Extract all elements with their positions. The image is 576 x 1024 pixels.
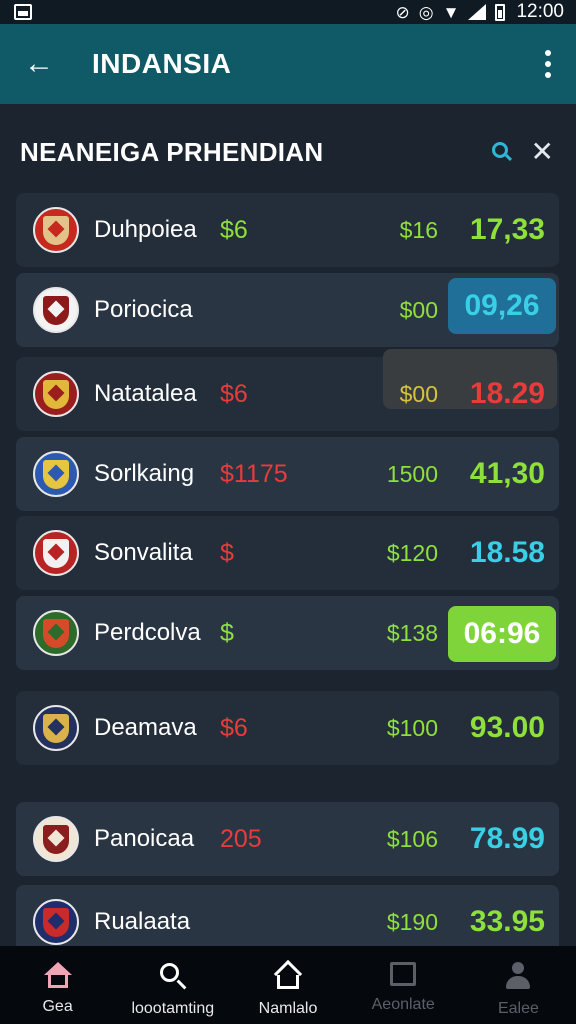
person-icon: [504, 962, 532, 990]
team-crest-icon: [33, 371, 79, 417]
list-row-5[interactable]: Sonvalita $ $120 18.58: [16, 516, 559, 590]
close-icon[interactable]: ✕: [531, 138, 554, 166]
team-name: Rualaata: [94, 908, 191, 935]
list-row-7[interactable]: Deamava $6 $100 93.00: [16, 691, 559, 765]
list-row-6[interactable]: Perdcolva $ $138 06:96: [16, 596, 559, 670]
odd-b: $190: [386, 908, 438, 935]
odd-b: 1500: [386, 460, 438, 487]
team-name: Poriocica: [94, 296, 193, 323]
app-title: INDANSIA: [92, 48, 232, 79]
nav-label: Aeonlate: [371, 996, 435, 1013]
app-bar: ← INDANSIA: [0, 24, 576, 104]
odd-a: $1175: [220, 459, 288, 488]
odd-c-pill[interactable]: 06:96: [448, 606, 556, 662]
wifi-icon: ▼: [442, 2, 460, 22]
odd-c[interactable]: 18.29: [470, 377, 545, 411]
odd-b: $16: [399, 216, 438, 243]
wifi-off-icon: ⊘: [395, 2, 410, 22]
signal-icon: [468, 4, 487, 20]
team-name: Natatalea: [94, 380, 197, 407]
odd-c[interactable]: 18.58: [470, 536, 545, 570]
odd-c-pill[interactable]: 09,26: [448, 278, 556, 334]
odd-c[interactable]: 33.95: [470, 905, 545, 939]
more-vertical-icon[interactable]: [538, 50, 558, 78]
square-icon: [390, 962, 417, 986]
home-outline-icon: [273, 959, 303, 990]
odd-c[interactable]: 93.00: [470, 711, 545, 745]
odd-c[interactable]: 41,30: [470, 457, 545, 491]
team-crest-icon: [33, 610, 79, 656]
status-bar: ⊘ ◎ ▼ 12:00: [0, 0, 576, 24]
section-title: NEANEIGA PRHENDIAN: [20, 136, 324, 167]
list-row-1[interactable]: Duhpoiea $6 $16 17,33: [16, 193, 559, 267]
odd-b: $00: [399, 296, 438, 323]
team-crest-icon: [33, 899, 79, 945]
odd-a: $: [220, 618, 234, 647]
back-arrow-icon[interactable]: ←: [22, 47, 56, 81]
nav-item-apps[interactable]: Aeonlate: [346, 946, 461, 1024]
nav-item-profile[interactable]: Ealee: [461, 946, 576, 1024]
odd-b: $00: [399, 380, 438, 407]
odd-a: $6: [220, 379, 248, 408]
list-row-8[interactable]: Panoicaa 205 $106 78.99: [16, 802, 559, 876]
odd-a: $6: [220, 713, 248, 742]
home-icon: [43, 962, 72, 988]
team-crest-icon: [33, 816, 79, 862]
nav-label: Gea: [42, 998, 73, 1015]
team-crest-icon: [33, 451, 79, 497]
list-row-3[interactable]: Natatalea $6 $00 18.29: [16, 349, 559, 431]
search-icon: [159, 962, 187, 990]
sim-icon: [14, 4, 32, 20]
odd-c: 06:96: [463, 617, 541, 650]
alarm-icon: ◎: [418, 2, 434, 22]
team-crest-icon: [33, 287, 79, 333]
odd-b: $100: [386, 714, 438, 741]
nav-label: Namlalo: [258, 1000, 318, 1017]
odd-a: $6: [220, 215, 248, 244]
nav-label: loootamting: [131, 1000, 215, 1017]
team-name: Sonvalita: [94, 539, 193, 566]
odd-a: 205: [220, 824, 262, 853]
team-crest-icon: [33, 207, 79, 253]
search-icon[interactable]: [489, 139, 515, 165]
team-name: Perdcolva: [94, 619, 201, 646]
list-row-2[interactable]: Poriocica $00 09,26: [16, 273, 559, 347]
section-header: NEANEIGA PRHENDIAN ✕: [20, 130, 560, 174]
team-name: Deamava: [94, 714, 197, 741]
nav-item-home[interactable]: Gea: [0, 946, 115, 1024]
odd-b: $120: [386, 539, 438, 566]
nav-item-main[interactable]: Namlalo: [230, 946, 345, 1024]
odd-c: 09,26: [464, 289, 540, 322]
status-time: 12:00: [516, 1, 564, 22]
team-crest-icon: [33, 530, 79, 576]
team-name: Panoicaa: [94, 825, 195, 852]
odd-c[interactable]: 17,33: [470, 213, 545, 247]
nav-item-search[interactable]: loootamting: [115, 946, 230, 1024]
nav-label: Ealee: [497, 1000, 539, 1017]
bottom-nav: Gea loootamting Namlalo Aeonlate Ealee: [0, 946, 576, 1024]
odd-b: $138: [386, 619, 438, 646]
team-name: Sorlkaing: [94, 460, 195, 487]
list-row-4[interactable]: Sorlkaing $1175 1500 41,30: [16, 437, 559, 511]
odd-a: $: [220, 538, 234, 567]
team-crest-icon: [33, 705, 79, 751]
battery-icon: [495, 3, 506, 21]
team-name: Duhpoiea: [94, 216, 197, 243]
odd-c[interactable]: 78.99: [470, 822, 545, 856]
odd-b: $106: [386, 825, 438, 852]
